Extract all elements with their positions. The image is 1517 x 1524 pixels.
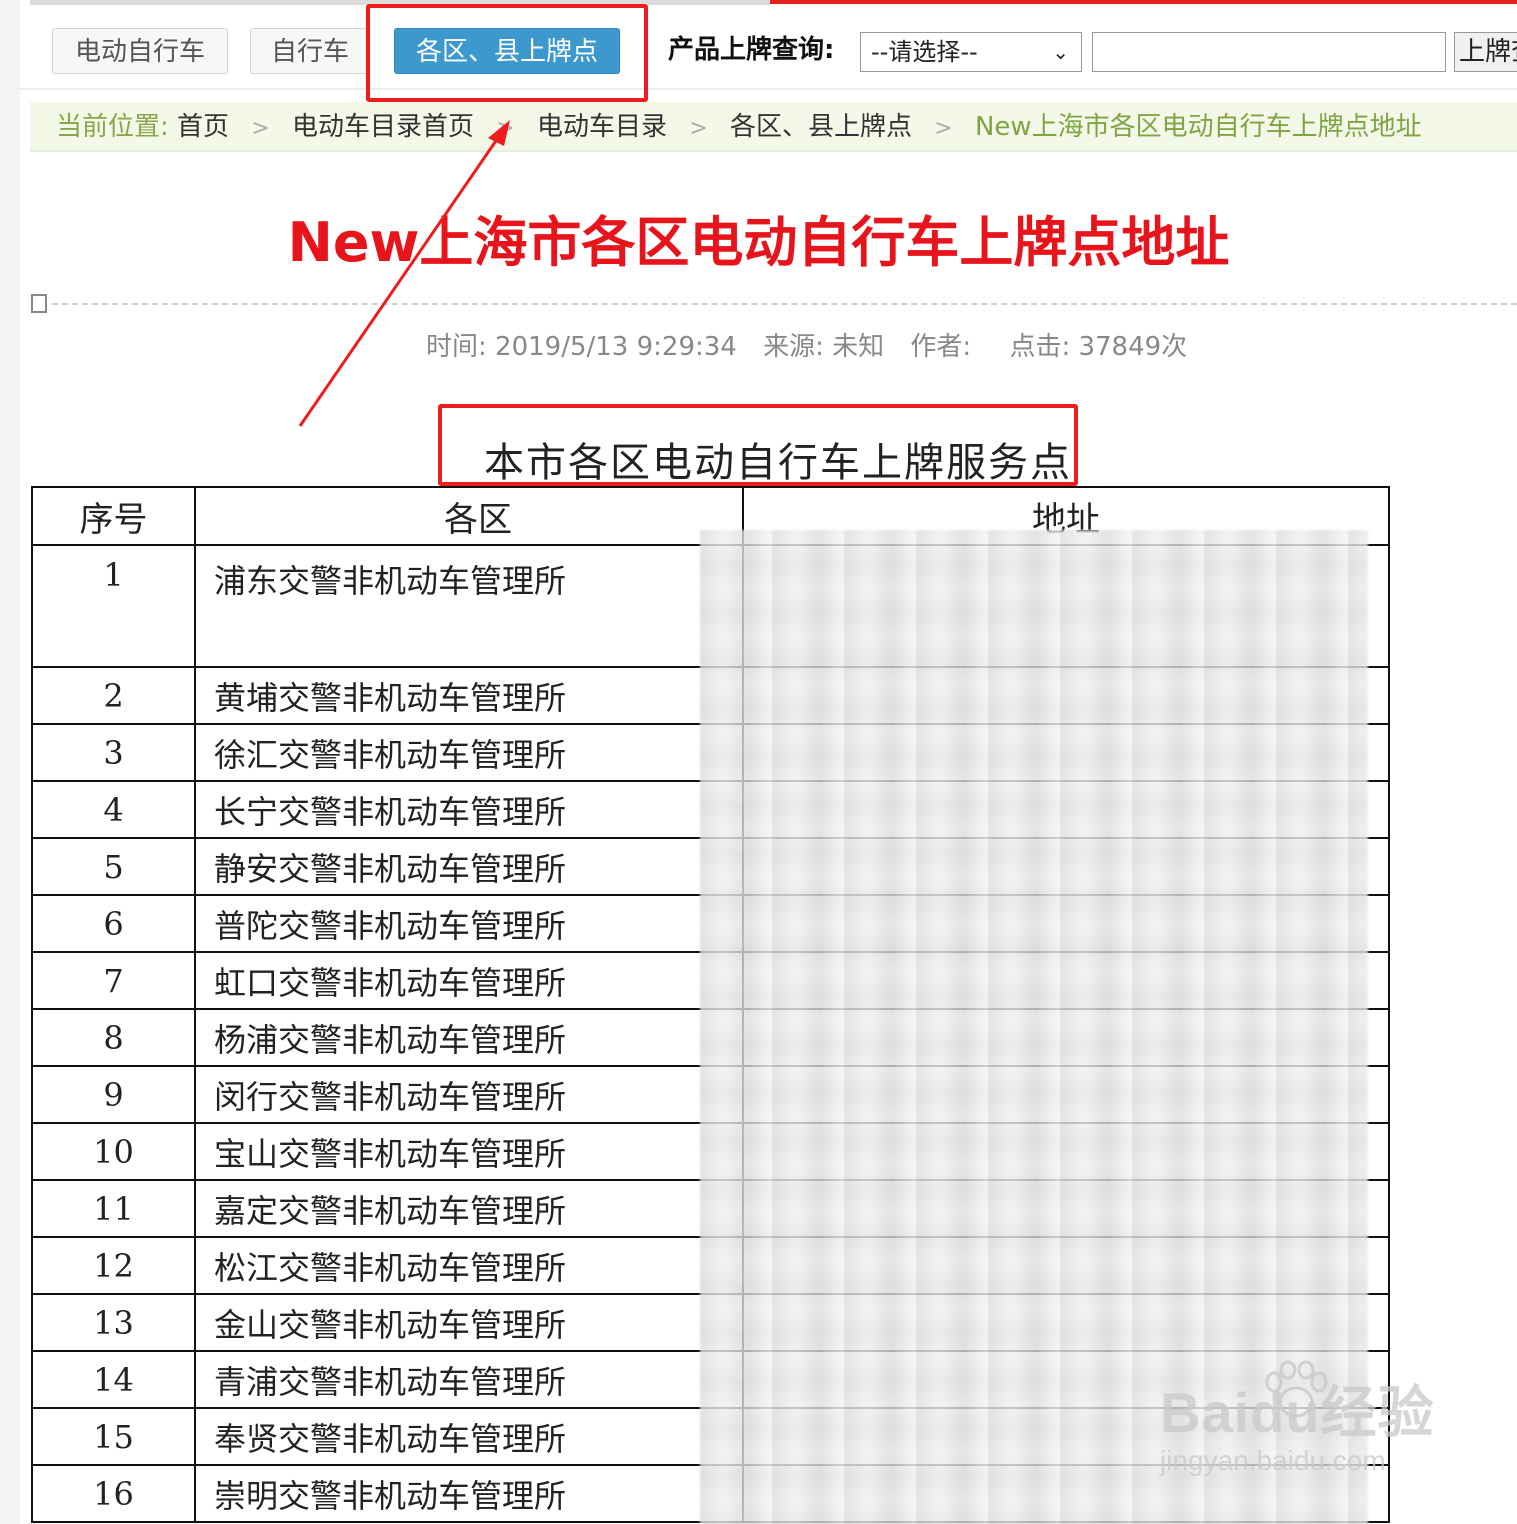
breadcrumb-link-home[interactable]: 首页 xyxy=(177,112,229,142)
annotation-box-nav-tab xyxy=(366,4,648,102)
meta-source: 来源: 未知 xyxy=(763,332,885,362)
header-seq: 序号 xyxy=(31,486,196,546)
breadcrumb-lead: 当前位置: xyxy=(56,112,169,142)
row-district: 宝山交警非机动车管理所 xyxy=(194,1122,744,1181)
row-district: 奉贤交警非机动车管理所 xyxy=(194,1407,744,1466)
meta-time: 时间: 2019/5/13 9:29:34 xyxy=(426,332,737,362)
row-district: 松江交警非机动车管理所 xyxy=(194,1236,744,1295)
row-seq: 4 xyxy=(31,780,196,839)
row-seq: 11 xyxy=(31,1179,196,1238)
row-seq: 2 xyxy=(31,666,196,725)
tab-bike[interactable]: 自行车 xyxy=(250,28,370,74)
breadcrumb-separator: > xyxy=(251,116,270,141)
product-plate-query-label: 产品上牌查询: xyxy=(668,35,835,65)
row-seq: 16 xyxy=(31,1464,196,1523)
document-icon xyxy=(31,294,47,313)
product-select[interactable]: --请选择-- ⌄ xyxy=(860,32,1082,72)
row-seq: 5 xyxy=(31,837,196,896)
row-seq: 8 xyxy=(31,1008,196,1067)
row-seq: 15 xyxy=(31,1407,196,1466)
breadcrumb-separator: > xyxy=(496,116,515,141)
row-seq: 10 xyxy=(31,1122,196,1181)
row-district: 青浦交警非机动车管理所 xyxy=(194,1350,744,1409)
product-select-value: --请选择-- xyxy=(871,38,978,66)
product-query-input[interactable] xyxy=(1092,32,1446,72)
row-seq: 14 xyxy=(31,1350,196,1409)
row-district: 嘉定交警非机动车管理所 xyxy=(194,1179,744,1238)
row-district: 崇明交警非机动车管理所 xyxy=(194,1464,744,1523)
chevron-down-icon: ⌄ xyxy=(1052,40,1069,64)
row-district: 闵行交警非机动车管理所 xyxy=(194,1065,744,1124)
annotation-box-table-heading xyxy=(438,404,1078,486)
dashed-divider xyxy=(52,303,1517,305)
breadcrumb-link-district-points[interactable]: 各区、县上牌点 xyxy=(730,112,912,142)
meta-hits: 点击: 37849次 xyxy=(1009,332,1188,362)
row-district: 黄埔交警非机动车管理所 xyxy=(194,666,744,725)
breadcrumb-link-ebike-catalog-home[interactable]: 电动车目录首页 xyxy=(292,112,474,142)
row-district: 浦东交警非机动车管理所 xyxy=(194,544,744,668)
row-seq: 6 xyxy=(31,894,196,953)
top-banner-red-stripe xyxy=(770,0,1517,4)
row-district: 杨浦交警非机动车管理所 xyxy=(194,1008,744,1067)
row-seq: 12 xyxy=(31,1236,196,1295)
watermark-brand: Baidu经验 xyxy=(1160,1381,1435,1444)
breadcrumb: 当前位置: 首页 > 电动车目录首页 > 电动车目录 > 各区、县上牌点 > N… xyxy=(30,102,1517,152)
row-seq: 9 xyxy=(31,1065,196,1124)
header-district: 各区 xyxy=(194,486,744,546)
tab-e-bike[interactable]: 电动自行车 xyxy=(52,28,228,74)
meta-author: 作者: xyxy=(910,332,972,362)
breadcrumb-separator: > xyxy=(689,116,708,141)
breadcrumb-current: New上海市各区电动自行车上牌点地址 xyxy=(974,112,1422,142)
row-district: 长宁交警非机动车管理所 xyxy=(194,780,744,839)
row-district: 金山交警非机动车管理所 xyxy=(194,1293,744,1352)
breadcrumb-link-ebike-catalog[interactable]: 电动车目录 xyxy=(537,112,667,142)
breadcrumb-separator: > xyxy=(934,116,953,141)
row-district: 徐汇交警非机动车管理所 xyxy=(194,723,744,782)
row-seq: 1 xyxy=(31,544,196,668)
row-seq: 13 xyxy=(31,1293,196,1352)
watermark-url: jingyan.baidu.com xyxy=(1160,1445,1386,1476)
row-district: 虹口交警非机动车管理所 xyxy=(194,951,744,1010)
row-district: 普陀交警非机动车管理所 xyxy=(194,894,744,953)
row-district: 静安交警非机动车管理所 xyxy=(194,837,744,896)
article-title: New上海市各区电动自行车上牌点地址 xyxy=(287,211,1230,274)
nav-divider xyxy=(20,88,1517,90)
baidu-watermark: Baidu经验 jingyan.baidu.com xyxy=(1160,1368,1435,1477)
query-button[interactable]: 上牌查 xyxy=(1454,32,1517,72)
row-seq: 3 xyxy=(31,723,196,782)
article-meta: 时间: 2019/5/13 9:29:34 来源: 未知 作者: 点击: 378… xyxy=(426,326,1205,363)
row-seq: 7 xyxy=(31,951,196,1010)
